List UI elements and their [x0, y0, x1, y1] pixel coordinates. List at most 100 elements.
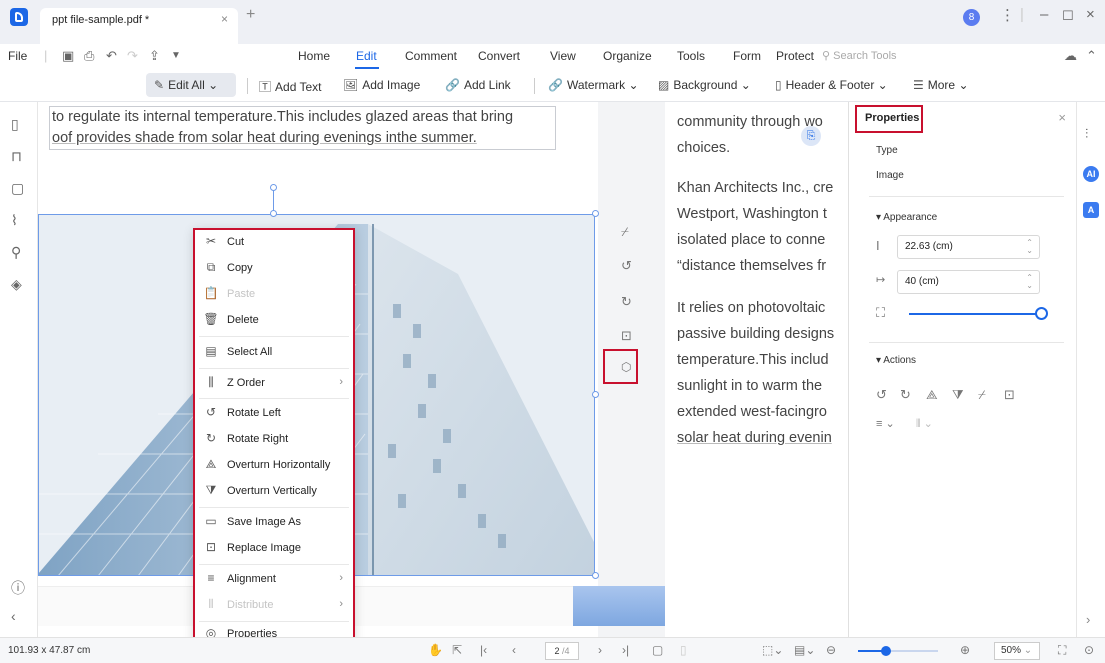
rotate-right-icon[interactable]: ↻	[900, 387, 911, 403]
collapse-ribbon-icon[interactable]: ⌃	[1086, 48, 1097, 64]
quick-access-dropdown-icon[interactable]: ▼	[171, 50, 181, 61]
thumbnail-icon[interactable]: ▯	[11, 116, 19, 133]
opacity-slider-track[interactable]	[909, 313, 1041, 315]
crop-icon[interactable]: ⌿	[621, 224, 629, 240]
stepper-icon[interactable]: ⌃ ⌄	[1026, 239, 1033, 255]
bookmark-icon[interactable]: ⊓	[11, 148, 22, 165]
appearance-section-header[interactable]: ▾ Appearance	[876, 212, 937, 223]
menu-convert[interactable]: Convert	[478, 49, 520, 63]
context-menu-item-overturn-horizontally[interactable]: ⟁ Overturn Horizontally	[195, 455, 353, 477]
context-menu-item-overturn-vertically[interactable]: ⧩ Overturn Vertically	[195, 481, 353, 503]
replace-image-icon[interactable]: ⊡	[621, 328, 632, 344]
rotate-right-icon[interactable]: ↻	[621, 294, 632, 310]
rotation-handle[interactable]	[270, 184, 277, 191]
close-window-button[interactable]: ×	[1086, 6, 1095, 23]
resize-handle-right[interactable]	[592, 391, 599, 398]
context-menu-item-select-all[interactable]: ▤ Select All	[195, 342, 353, 364]
add-image-button[interactable]: 🖼 Add Image	[343, 78, 420, 92]
context-menu-item-cut[interactable]: ✂ Cut	[195, 232, 353, 254]
context-menu-item-save-image-as[interactable]: ▭ Save Image As	[195, 512, 353, 534]
background-button[interactable]: ▨ Background ⌄	[658, 78, 751, 92]
previous-page-icon[interactable]: ‹	[512, 643, 516, 657]
menu-protect[interactable]: Protect	[776, 49, 814, 63]
watermark-button[interactable]: 🔗 Watermark ⌄	[548, 78, 639, 92]
menu-view[interactable]: View	[550, 49, 576, 63]
zoom-slider-knob[interactable]	[881, 646, 891, 656]
more-options-icon[interactable]: ⋮	[1000, 6, 1015, 24]
flip-vertical-icon[interactable]: ⧩	[952, 387, 964, 403]
maximize-button[interactable]: ☐	[1062, 8, 1074, 24]
page-number-input[interactable]: 2 /4	[545, 642, 579, 660]
ai-assistant-icon[interactable]: AI	[1083, 166, 1099, 182]
rotate-left-icon[interactable]: ↺	[621, 258, 632, 274]
print-icon[interactable]: ⎙	[84, 48, 94, 64]
fit-width-icon[interactable]: ⊙	[1084, 643, 1094, 657]
first-page-icon[interactable]: |‹	[480, 643, 487, 657]
menu-edit[interactable]: Edit	[356, 49, 377, 63]
new-tab-button[interactable]: +	[246, 6, 255, 24]
stepper-icon[interactable]: ⌃ ⌄	[1026, 274, 1033, 290]
help-icon[interactable]: ⓘ	[11, 578, 25, 598]
crop-icon[interactable]: ⌿	[978, 387, 986, 403]
tab-close-icon[interactable]: ×	[221, 12, 228, 26]
fullscreen-icon[interactable]: ⛶	[1058, 643, 1066, 658]
add-text-button[interactable]: 🅃 Add Text	[259, 78, 322, 95]
select-tool-icon[interactable]: ⇱	[452, 643, 462, 657]
more-button[interactable]: ☰ More ⌄	[913, 78, 969, 92]
context-menu-item-rotate-left[interactable]: ↺ Rotate Left	[195, 403, 353, 425]
edit-all-button[interactable]: ✎ Edit All ⌄	[146, 73, 236, 97]
actions-section-header[interactable]: ▾ Actions	[876, 355, 916, 366]
context-menu-item-copy[interactable]: ⧉ Copy	[195, 258, 353, 280]
add-link-button[interactable]: 🔗 Add Link	[445, 78, 511, 92]
hand-tool-icon[interactable]: ✋	[428, 643, 443, 657]
context-menu-item-delete[interactable]: 🗑 Delete	[195, 310, 353, 332]
replace-image-icon[interactable]: ⊡	[1004, 387, 1015, 403]
text-block[interactable]: to regulate its internal temperature.Thi…	[49, 106, 556, 150]
zoom-level-dropdown[interactable]: 50% ⌄	[994, 642, 1040, 660]
menu-form[interactable]: Form	[733, 49, 761, 63]
view-mode-icon[interactable]: ▤⌄	[794, 643, 815, 657]
context-menu-item-z-order[interactable]: ⫼ Z Order ›	[195, 373, 353, 395]
properties-toggle-icon[interactable]: ⫶	[1085, 126, 1088, 142]
share-icon[interactable]: ⇪	[149, 48, 160, 64]
menu-comment[interactable]: Comment	[405, 49, 457, 63]
layers-icon[interactable]: ◈	[11, 276, 22, 293]
menu-file[interactable]: File	[8, 49, 27, 63]
resize-handle-top-right[interactable]	[592, 210, 599, 217]
redo-icon[interactable]: ↷	[127, 48, 138, 64]
zoom-out-icon[interactable]: ⊖	[826, 643, 836, 657]
menu-tools[interactable]: Tools	[677, 49, 705, 63]
context-menu-item-replace-image[interactable]: ⊡ Replace Image	[195, 538, 353, 560]
menu-organize[interactable]: Organize	[603, 49, 652, 63]
flip-horizontal-icon[interactable]: ⟁	[926, 387, 938, 403]
document-tab[interactable]: ppt file-sample.pdf * ×	[40, 8, 238, 44]
next-page-icon[interactable]: ›	[598, 643, 602, 657]
alignment-dropdown[interactable]: ≡ ⌄	[876, 417, 895, 430]
cloud-icon[interactable]: ☁	[1064, 48, 1077, 64]
header-footer-button[interactable]: ▯ Header & Footer ⌄	[775, 78, 888, 92]
resize-handle-bottom-right[interactable]	[592, 572, 599, 579]
expand-rail-icon[interactable]: ›	[1086, 612, 1090, 627]
save-icon[interactable]: ▣	[62, 48, 74, 64]
opacity-slider-knob[interactable]	[1035, 307, 1048, 320]
close-panel-button[interactable]: ×	[1058, 110, 1066, 125]
last-page-icon[interactable]: ›|	[622, 643, 629, 657]
search-tools-input[interactable]: ⚲ Search Tools	[822, 49, 897, 62]
width-field[interactable]: 40 (cm) ⌃ ⌄	[897, 270, 1040, 294]
rotate-left-icon[interactable]: ↺	[876, 387, 887, 403]
undo-icon[interactable]: ↶	[106, 48, 117, 64]
minimize-button[interactable]: –	[1040, 6, 1048, 23]
collapse-sidebar-icon[interactable]: ‹	[11, 608, 16, 624]
menu-home[interactable]: Home	[298, 49, 330, 63]
context-menu-item-rotate-right[interactable]: ↻ Rotate Right	[195, 429, 353, 451]
page-view-icon[interactable]: ▢	[652, 643, 663, 657]
resize-handle-top[interactable]	[270, 210, 277, 217]
context-menu-item-alignment[interactable]: ≡ Alignment ›	[195, 569, 353, 591]
translate-icon[interactable]: A	[1083, 202, 1099, 218]
zoom-in-icon[interactable]: ⊕	[960, 643, 970, 657]
attachment-icon[interactable]: ⌇	[11, 212, 18, 229]
comment-icon[interactable]: ▢	[11, 180, 24, 197]
page-layout-icon[interactable]: ▯	[680, 643, 687, 657]
height-field[interactable]: 22.63 (cm) ⌃ ⌄	[897, 235, 1040, 259]
avatar[interactable]: 8	[963, 9, 980, 26]
